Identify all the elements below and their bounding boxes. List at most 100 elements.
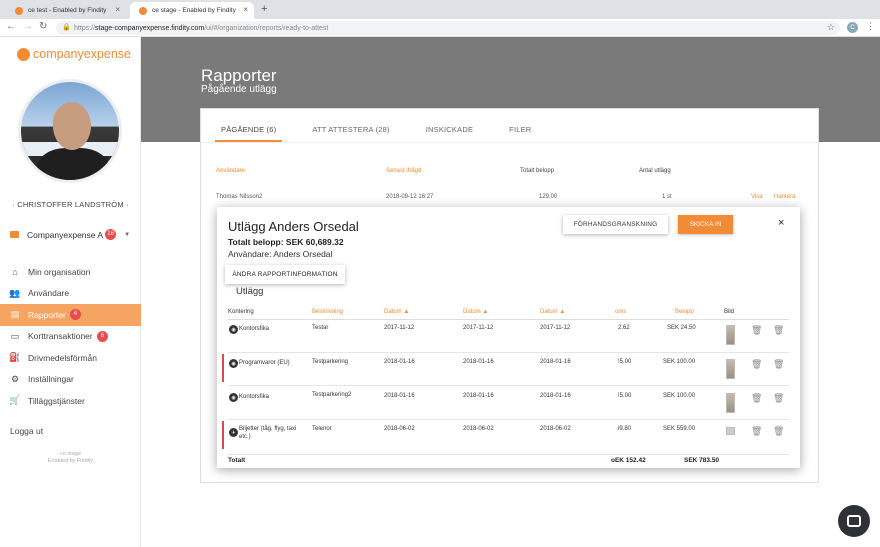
- column-header-moms[interactable]: oms: [615, 309, 626, 315]
- browser-tab-ce-stage[interactable]: ce stage - Enabled by Findity ×: [130, 2, 254, 19]
- trash-icon[interactable]: 🗑: [751, 359, 762, 370]
- back-icon[interactable]: ←: [6, 21, 16, 32]
- sidebar-item-anvandare[interactable]: 👥 Användare: [0, 283, 141, 305]
- table-row[interactable]: ◉ Kontorsfika Testar 2017-11-12 2017-11-…: [217, 320, 800, 353]
- companyexpense-logo[interactable]: companyexpense: [17, 47, 131, 61]
- sidebar-item-korttransaktioner[interactable]: ▭ Korttransaktioner 6: [0, 326, 141, 348]
- row-description: Telenor: [312, 426, 332, 432]
- profile-avatar[interactable]: C: [847, 22, 858, 33]
- url-path: /ui/#/organization/reports/ready-to-atte…: [204, 24, 329, 32]
- column-header[interactable]: Senast ifrågd: [386, 168, 421, 174]
- column-header-datum[interactable]: Datum ▲: [384, 309, 409, 315]
- row-account: Kontorsfika: [239, 394, 270, 400]
- flag-marker: [222, 421, 224, 449]
- column-header-belopp[interactable]: Belopp: [675, 309, 694, 315]
- reload-icon[interactable]: ↻: [39, 21, 47, 32]
- sidebar-item-min-organisation[interactable]: ⌂ Min organisation: [0, 261, 141, 283]
- preview-button[interactable]: FÖRHANDSGRANSKNING: [563, 215, 668, 234]
- column-header-datum[interactable]: Datum ▲: [540, 309, 565, 315]
- browser-menu-icon[interactable]: ⋮: [866, 21, 875, 32]
- row-description: Testparkering2: [312, 392, 352, 398]
- page-subtitle: Pågående utlägg: [201, 84, 277, 95]
- divider: [201, 142, 818, 143]
- users-icon: 👥: [9, 287, 21, 298]
- table-row[interactable]: ◉ Programvaror (EU) Testparkering 2018-0…: [217, 353, 800, 386]
- sidebar-item-label: Drivmedelsförmån: [28, 352, 97, 363]
- tab-inskickade[interactable]: INSKICKADE: [420, 119, 479, 142]
- trash-icon[interactable]: 🗑: [773, 393, 784, 404]
- browser-toolbar: ← → ↻ 🔒 https://stage-companyexpense.fin…: [0, 19, 880, 37]
- row-vat: !5.00: [618, 393, 632, 399]
- receipt-thumbnail[interactable]: [726, 427, 735, 435]
- close-tab-icon[interactable]: ×: [115, 5, 120, 14]
- close-tab-icon[interactable]: ×: [243, 5, 248, 14]
- row-date: 2018-01-16: [463, 393, 494, 399]
- trash-icon[interactable]: 🗑: [751, 325, 762, 336]
- trash-icon[interactable]: 🗑: [751, 393, 762, 404]
- column-header-beskrivning[interactable]: Beskrivning: [312, 309, 343, 315]
- browser-tab-ce-test[interactable]: ce test - Enabled by Findity ×: [6, 2, 126, 19]
- receipt-thumbnail[interactable]: [726, 325, 735, 345]
- browser-tabbar: ce test - Enabled by Findity × ce stage …: [0, 0, 880, 19]
- trash-icon[interactable]: 🗑: [773, 426, 784, 437]
- column-header[interactable]: Användare: [216, 168, 245, 174]
- cart-icon: 🛒: [9, 395, 21, 406]
- row-amount: SEK 559.00: [663, 426, 696, 432]
- user-name: · CHRISTOFFER LANDSTRÖM ·: [12, 200, 129, 209]
- tab-pagaende[interactable]: PÅGÅENDE (6): [215, 119, 283, 142]
- new-tab-button[interactable]: +: [261, 3, 267, 15]
- reports-tabs: PÅGÅENDE (6) ATT ATTESTERA (28) INSKICKA…: [215, 119, 561, 142]
- row-date: 2017-11-12: [384, 325, 415, 331]
- modal-total: Totalt belopp: SEK 60,689.32: [228, 237, 344, 247]
- row-vat: 2.62: [618, 325, 630, 331]
- findity-favicon-icon: [15, 7, 23, 15]
- trash-icon[interactable]: 🗑: [773, 359, 784, 370]
- account-category-icon: ◉: [229, 359, 238, 368]
- account-category-icon: ◉: [229, 325, 238, 334]
- chat-widget-button[interactable]: [838, 505, 870, 537]
- close-icon[interactable]: ×: [778, 217, 784, 229]
- row-vat: i9.80: [618, 426, 632, 432]
- table-row[interactable]: ✈ Biljetter (tåg, flyg, taxi etc.) Telen…: [217, 420, 800, 455]
- receipt-thumbnail[interactable]: [726, 393, 735, 413]
- handle-link[interactable]: Hantera: [774, 194, 795, 200]
- row-date: 2018-06-02: [463, 426, 494, 432]
- forward-icon[interactable]: →: [23, 21, 33, 32]
- bookmark-star-icon[interactable]: ☆: [827, 22, 835, 33]
- tab-label: ce stage - Enabled by Findity: [152, 7, 236, 14]
- trash-icon[interactable]: 🗑: [773, 325, 784, 336]
- sidebar-item-installningar[interactable]: ⚙ Inställningar: [0, 369, 141, 391]
- row-count: 1 st: [662, 194, 672, 200]
- sidebar-item-label: Korttransaktioner: [28, 331, 93, 342]
- edit-report-info-button[interactable]: ÄNDRA RAPPORTINFORMATION: [225, 265, 345, 284]
- view-link[interactable]: Visa: [751, 194, 763, 200]
- trash-icon[interactable]: 🗑: [751, 426, 762, 437]
- address-bar[interactable]: 🔒 https://stage-companyexpense.findity.c…: [56, 21, 840, 35]
- logout-link[interactable]: Logga ut: [10, 426, 43, 436]
- column-header-datum[interactable]: Datum ▲: [463, 309, 488, 315]
- sidebar-item-label: Rapporter: [28, 309, 66, 320]
- receipt-thumbnail[interactable]: [726, 359, 735, 379]
- row-amount: 129.00: [539, 194, 558, 200]
- user-avatar[interactable]: [18, 79, 122, 183]
- row-account: Programvaror (EU): [239, 360, 290, 366]
- submit-button[interactable]: SKICKA IN: [678, 215, 733, 234]
- column-header: Antal utlägg: [639, 168, 671, 174]
- row-date: 2017-11-12: [463, 325, 494, 331]
- row-date: 2017-11-12: [540, 325, 571, 331]
- row-amount: SEK 100.00: [663, 359, 696, 365]
- total-vat: oEK 152.42: [611, 457, 646, 464]
- total-label: Totalt: [228, 457, 246, 464]
- sidebar-item-tillaggstjanster[interactable]: 🛒 Tilläggstjänster: [0, 390, 141, 412]
- tab-filer[interactable]: FILER: [503, 119, 537, 142]
- modal-title: Utlägg Anders Orsedal: [228, 219, 359, 234]
- powered-by-label: Enabled by Findity: [47, 458, 94, 464]
- card-icon: ▭: [10, 330, 20, 341]
- sidebar-item-drivmedelsforman[interactable]: ⛽ Drivmedelsförmån: [0, 347, 141, 369]
- organization-selector[interactable]: Companyexpense A 16 ▼: [10, 229, 130, 240]
- tab-att-attestera[interactable]: ATT ATTESTERA (28): [306, 119, 395, 142]
- organization-icon: [10, 231, 19, 238]
- tab-label: ce test - Enabled by Findity: [28, 7, 107, 14]
- table-row[interactable]: ◉ Kontorsfika Testparkering2 2018-01-16 …: [217, 387, 800, 420]
- sidebar-item-rapporter[interactable]: ▤ Rapporter 4: [0, 304, 141, 326]
